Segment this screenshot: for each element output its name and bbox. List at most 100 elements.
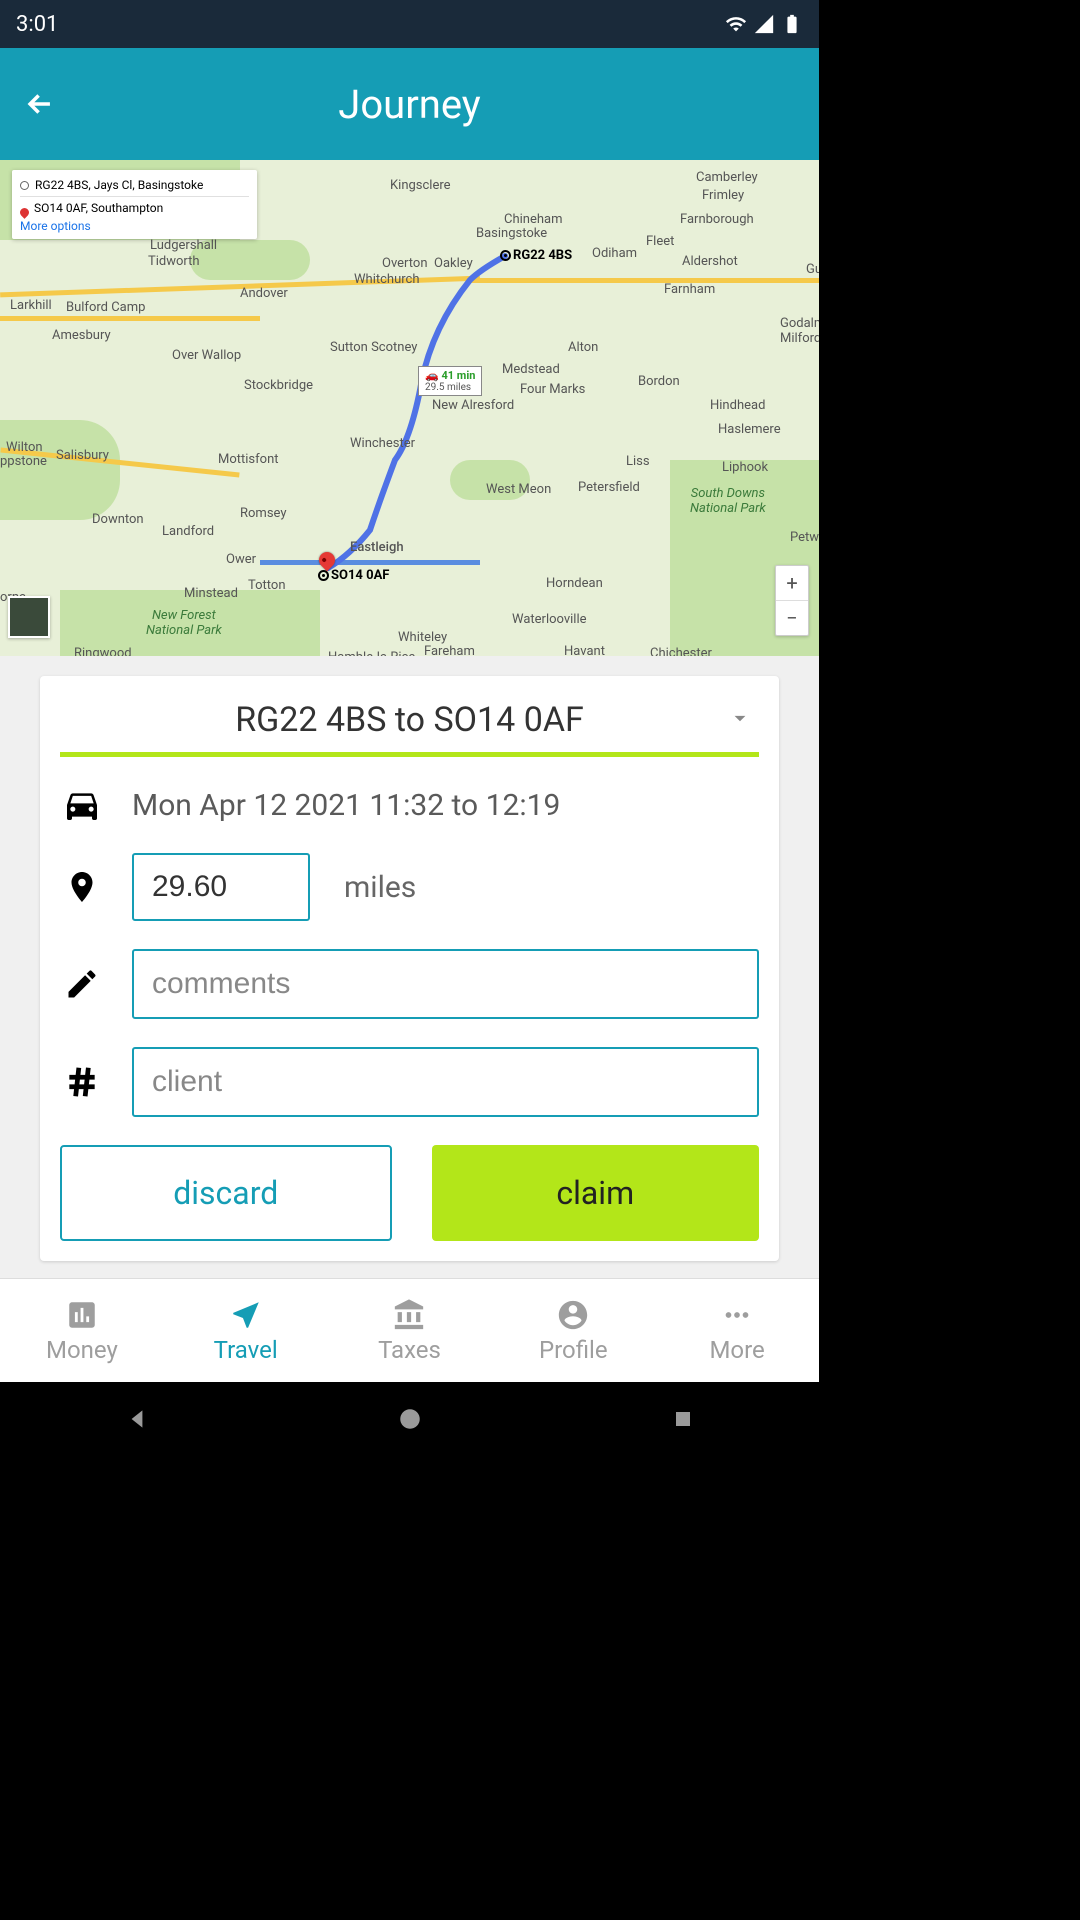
signal-icon [753,13,775,35]
map-city: New Forest National Park [146,608,222,638]
map-city: Winchester [350,436,415,451]
square-recent-icon [671,1407,695,1431]
map-city: West Meon [486,482,551,497]
comments-input[interactable] [132,949,759,1019]
map-city: Stockbridge [244,378,313,393]
map-route-time-badge: 🚗 41 min 29.5 miles [418,366,482,396]
map-city: Chineham [504,212,563,227]
chevron-down-icon [727,705,753,731]
page-title: Journey [0,81,819,128]
map-city: Whiteley [398,630,447,645]
content-area: RG22 4BS to SO14 0AF Mon Apr 12 2021 11:… [0,656,819,1278]
nav-label: Travel [214,1336,278,1364]
arrow-left-icon [23,87,57,121]
discard-button[interactable]: discard [60,1145,392,1241]
map-city: Amesbury [52,328,111,343]
app-header: Journey [0,48,819,160]
map-city: Odiham [592,246,637,261]
status-bar: 3:01 [0,0,819,48]
wifi-icon [725,13,747,35]
triangle-back-icon [124,1406,150,1432]
map-city: Salisbury [56,448,109,463]
route-from-row: RG22 4BS, Jays Cl, Basingstoke [20,176,249,194]
nav-travel[interactable]: Travel [164,1279,328,1382]
map-city: Bulford Camp [66,300,145,315]
map-city: Over Wallop [172,348,241,363]
map-city: Totton [248,578,286,593]
map[interactable]: RG22 4BS SO14 0AF 🚗 41 min 29.5 miles Ki… [0,160,819,656]
bottom-nav: Money Travel Taxes Profile More [0,1278,819,1382]
map-city: Godalming Milford [780,316,819,346]
map-city: Frimley [702,188,744,203]
location-pin-icon [60,869,104,905]
map-city: Oakley [434,256,473,271]
map-satellite-toggle[interactable] [8,596,50,638]
map-city: Four Marks [520,382,585,397]
journey-title: RG22 4BS to SO14 0AF [235,700,584,740]
map-city: Hindhead [710,398,765,413]
map-city: Eastleigh [350,540,404,555]
bank-icon [392,1298,426,1332]
journey-dropdown[interactable] [727,705,753,735]
map-city: Downton [92,512,144,527]
map-city: Andover [240,286,288,301]
more-options-link[interactable]: More options [20,217,249,233]
location-arrow-icon [229,1298,263,1332]
miles-input[interactable] [132,853,310,921]
map-city: Ower [226,552,256,567]
map-city: Sutton Scotney [330,340,417,355]
android-back-button[interactable] [121,1403,153,1435]
nav-profile[interactable]: Profile [491,1279,655,1382]
map-city: Ringwood [74,646,132,656]
nav-label: Money [46,1336,118,1364]
map-city: Petersfield [578,480,640,495]
map-city: Tidworth [148,254,200,269]
map-city: Fareham [424,644,475,656]
nav-money[interactable]: Money [0,1279,164,1382]
map-city: Havant [564,644,605,656]
android-nav [0,1382,819,1456]
route-to-row: SO14 0AF, Southampton [20,199,249,217]
car-icon [60,785,104,825]
more-icon [720,1298,754,1332]
map-city: Hamble-le-Rice [328,650,415,656]
map-city: Larkhill [10,298,52,313]
map-city: Liphook [722,460,768,475]
map-city: Landford [162,524,214,539]
map-city: Minstead [184,586,238,601]
circle-home-icon [397,1406,423,1432]
map-city: Alton [568,340,598,355]
nav-taxes[interactable]: Taxes [328,1279,492,1382]
back-button[interactable] [20,84,60,124]
map-city: Kingsclere [390,178,451,193]
map-city: Overton [382,256,428,271]
map-route-info-card[interactable]: RG22 4BS, Jays Cl, Basingstoke SO14 0AF,… [12,170,257,239]
client-input[interactable] [132,1047,759,1117]
journey-card: RG22 4BS to SO14 0AF Mon Apr 12 2021 11:… [40,676,779,1261]
map-end-label: SO14 0AF [318,568,389,583]
map-city: Farnborough [680,212,754,227]
zoom-in-button[interactable]: + [776,566,808,600]
map-city: South Downs National Park [690,486,766,516]
map-city: ppstone [0,454,47,469]
nav-label: Profile [539,1336,608,1364]
origin-circle-icon [20,181,29,190]
map-zoom-control: + − [775,565,809,636]
map-city: Bordon [638,374,680,389]
map-city: Haslemere [718,422,781,437]
profile-icon [556,1298,590,1332]
accent-bar [60,752,759,757]
claim-button[interactable]: claim [432,1145,760,1241]
android-recent-button[interactable] [667,1403,699,1435]
map-city: Farnham [664,282,715,297]
status-right [725,13,803,35]
map-city: Aldershot [682,254,738,269]
android-home-button[interactable] [394,1403,426,1435]
map-city: Ludgershall [150,238,217,253]
map-city: Mottisfont [218,452,279,467]
map-city: Petwort [790,530,819,545]
nav-more[interactable]: More [655,1279,819,1382]
map-city: Romsey [240,506,287,521]
map-city: Whitchurch [354,272,420,287]
zoom-out-button[interactable]: − [776,601,808,635]
